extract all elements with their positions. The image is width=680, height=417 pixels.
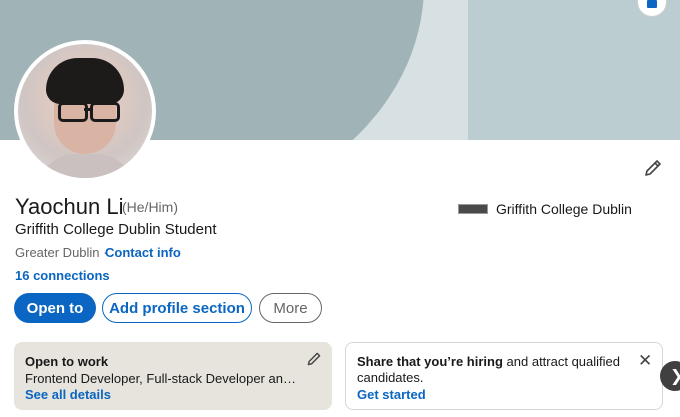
hiring-text-bold: Share that you’re hiring — [357, 354, 503, 369]
add-profile-section-button[interactable]: Add profile section — [102, 293, 252, 323]
chevron-right-icon[interactable]: ❯ — [660, 361, 680, 391]
avatar[interactable] — [14, 40, 156, 182]
pencil-icon[interactable] — [306, 351, 322, 367]
hiring-text: Share that you’re hiring and attract qua… — [357, 354, 625, 386]
location: Greater Dublin · — [15, 245, 108, 260]
headline: Griffith College Dublin Student — [15, 221, 217, 238]
college-logo — [458, 204, 488, 214]
profile-name: Yaochun Li — [15, 194, 124, 219]
profile-photo — [18, 44, 152, 178]
pronouns: (He/Him) — [122, 199, 178, 215]
contact-info-link[interactable]: Contact info — [105, 245, 181, 260]
open-to-work-card[interactable]: Open to work Frontend Developer, Full-st… — [14, 342, 332, 410]
close-icon[interactable]: ✕ — [638, 351, 652, 371]
connections-link[interactable]: 16 connections — [15, 268, 110, 283]
education-name: Griffith College Dublin — [496, 201, 632, 217]
open-to-work-roles: Frontend Developer, Full-stack Developer… — [25, 371, 303, 386]
more-button[interactable]: More — [259, 293, 322, 323]
open-to-work-title: Open to work — [25, 354, 109, 369]
hiring-card[interactable]: Share that you’re hiring and attract qua… — [345, 342, 663, 410]
banner-panel — [468, 0, 680, 140]
education-entry[interactable]: Griffith College Dublin — [458, 200, 632, 218]
pencil-icon[interactable] — [643, 158, 663, 178]
open-to-button[interactable]: Open to — [14, 293, 96, 323]
get-started-link[interactable]: Get started — [357, 387, 651, 402]
see-all-details-link[interactable]: See all details — [25, 387, 321, 402]
